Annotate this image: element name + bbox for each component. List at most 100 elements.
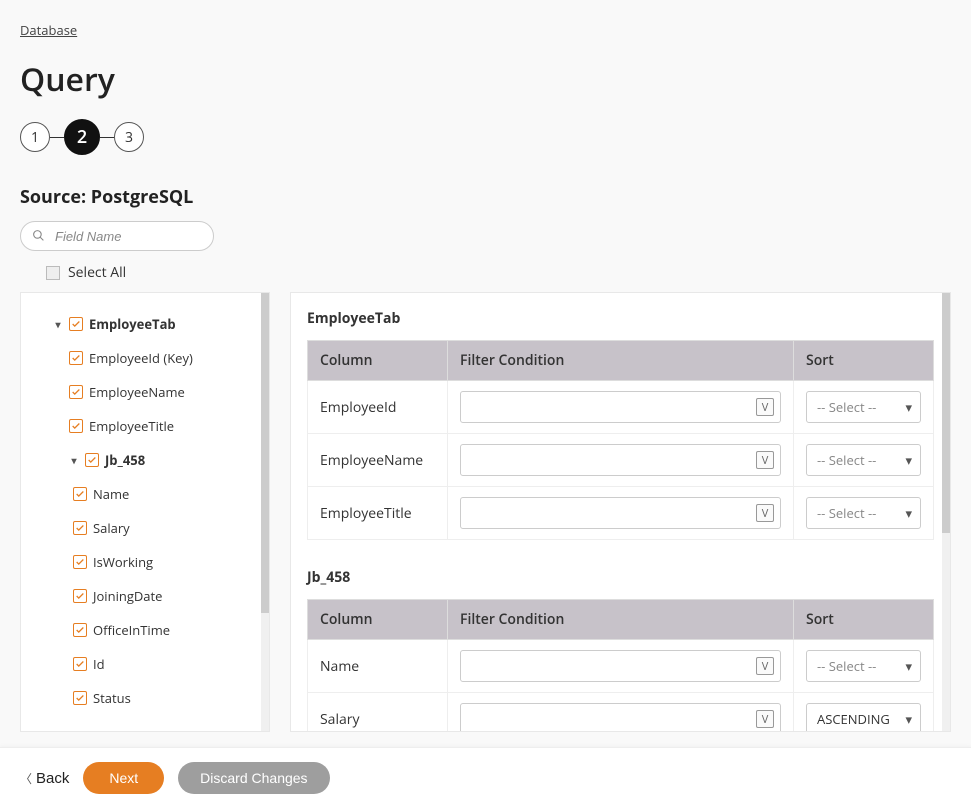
select-value: -- Select -- xyxy=(817,398,876,416)
step-connector xyxy=(100,137,114,138)
back-button[interactable]: 〈 Back xyxy=(20,770,69,787)
checkbox-checked[interactable] xyxy=(69,317,83,331)
cell-column: EmployeeName xyxy=(308,434,448,487)
tree-leaf[interactable]: IsWorking xyxy=(29,545,261,579)
checkbox-checked[interactable] xyxy=(69,385,83,399)
cell-column: Name xyxy=(308,640,448,693)
page-title: Query xyxy=(20,58,951,101)
tree-leaf[interactable]: EmployeeName xyxy=(29,375,261,409)
step-connector xyxy=(50,137,64,138)
filter-input[interactable]: V xyxy=(460,650,781,682)
stepper: 1 2 3 xyxy=(20,119,951,155)
select-all-label: Select All xyxy=(68,263,126,282)
filter-input[interactable]: V xyxy=(460,444,781,476)
tree-label: IsWorking xyxy=(93,553,153,571)
tree-leaf[interactable]: Id xyxy=(29,647,261,681)
variable-icon[interactable]: V xyxy=(756,504,774,522)
select-value: -- Select -- xyxy=(817,451,876,469)
chevron-down-icon: ▾ xyxy=(905,398,912,416)
next-button[interactable]: Next xyxy=(83,762,164,794)
chevron-down-icon: ▾ xyxy=(69,453,79,467)
tree-label: OfficeInTime xyxy=(93,621,170,639)
filter-input[interactable]: V xyxy=(460,391,781,423)
cell-column: EmployeeId xyxy=(308,381,448,434)
select-value: -- Select -- xyxy=(817,657,876,675)
tree-node-employeetab[interactable]: ▾ EmployeeTab xyxy=(29,307,261,341)
tree-leaf[interactable]: EmployeeId (Key) xyxy=(29,341,261,375)
filter-input[interactable]: V xyxy=(460,497,781,529)
checkbox-checked[interactable] xyxy=(73,521,87,535)
col-header-column: Column xyxy=(308,341,448,381)
select-value: -- Select -- xyxy=(817,504,876,522)
cell-column: EmployeeTitle xyxy=(308,487,448,540)
back-label: Back xyxy=(36,770,69,787)
col-header-sort: Sort xyxy=(794,341,934,381)
breadcrumb-database[interactable]: Database xyxy=(20,21,77,39)
checkbox-checked[interactable] xyxy=(73,691,87,705)
group-title-employeetab: EmployeeTab xyxy=(307,309,934,328)
chevron-down-icon: ▾ xyxy=(905,657,912,675)
col-header-column: Column xyxy=(308,600,448,640)
tree-label: EmployeeTab xyxy=(89,315,176,333)
tree-leaf[interactable]: JoiningDate xyxy=(29,579,261,613)
discard-button[interactable]: Discard Changes xyxy=(178,762,329,794)
tree-node-jb458[interactable]: ▾ Jb_458 xyxy=(29,443,261,477)
tree-leaf[interactable]: Status xyxy=(29,681,261,715)
variable-icon[interactable]: V xyxy=(756,451,774,469)
checkbox-checked[interactable] xyxy=(73,589,87,603)
table-row: Salary V ASCENDING▾ xyxy=(308,693,934,732)
chevron-down-icon: ▾ xyxy=(905,710,912,728)
search-input[interactable] xyxy=(20,221,214,251)
checkbox-checked[interactable] xyxy=(73,487,87,501)
sort-select[interactable]: ASCENDING▾ xyxy=(806,703,921,731)
col-header-filter: Filter Condition xyxy=(448,600,794,640)
table-row: EmployeeName V -- Select --▾ xyxy=(308,434,934,487)
checkbox-checked[interactable] xyxy=(73,657,87,671)
table-row: EmployeeTitle V -- Select -- ▾ xyxy=(308,487,934,540)
column-config-panel: EmployeeTab Column Filter Condition Sort… xyxy=(290,292,951,732)
tree-leaf[interactable]: OfficeInTime xyxy=(29,613,261,647)
table-row: EmployeeId V -- Select -- ▾ xyxy=(308,381,934,434)
tree-label: Id xyxy=(93,655,105,673)
select-all-checkbox[interactable] xyxy=(46,266,60,280)
checkbox-checked[interactable] xyxy=(73,623,87,637)
grid-jb458: Column Filter Condition Sort Name V -- S… xyxy=(307,599,934,731)
field-tree-panel: ▾ EmployeeTab EmployeeId (Key) EmployeeN… xyxy=(20,292,270,732)
table-row: Name V -- Select -- ▾ xyxy=(308,640,934,693)
sort-select[interactable]: -- Select -- ▾ xyxy=(806,391,921,423)
tree-label: EmployeeId (Key) xyxy=(89,349,193,367)
tree-leaf[interactable]: EmployeeTitle xyxy=(29,409,261,443)
tree-label: Name xyxy=(93,485,129,503)
step-2[interactable]: 2 xyxy=(64,119,100,155)
sort-select[interactable]: -- Select --▾ xyxy=(806,444,921,476)
chevron-left-icon: 〈 xyxy=(20,770,32,787)
checkbox-checked[interactable] xyxy=(73,555,87,569)
tree-label: EmployeeName xyxy=(89,383,185,401)
tree-label: Jb_458 xyxy=(105,451,145,469)
tree-leaf[interactable]: Name xyxy=(29,477,261,511)
filter-input[interactable]: V xyxy=(460,703,781,731)
col-header-filter: Filter Condition xyxy=(448,341,794,381)
scrollbar-thumb[interactable] xyxy=(261,293,269,613)
tree-label: Salary xyxy=(93,519,130,537)
scrollbar-thumb[interactable] xyxy=(942,293,950,533)
sort-select[interactable]: -- Select -- ▾ xyxy=(806,650,921,682)
col-header-sort: Sort xyxy=(794,600,934,640)
variable-icon[interactable]: V xyxy=(756,710,774,728)
tree-label: Status xyxy=(93,689,131,707)
checkbox-checked[interactable] xyxy=(69,419,83,433)
variable-icon[interactable]: V xyxy=(756,657,774,675)
tree-label: EmployeeTitle xyxy=(89,417,174,435)
tree-leaf[interactable]: Salary xyxy=(29,511,261,545)
tree-label: JoiningDate xyxy=(93,587,162,605)
checkbox-checked[interactable] xyxy=(69,351,83,365)
sort-select[interactable]: -- Select -- ▾ xyxy=(806,497,921,529)
search-icon xyxy=(32,225,45,247)
chevron-down-icon: ▾ xyxy=(905,504,912,522)
step-3[interactable]: 3 xyxy=(114,122,144,152)
variable-icon[interactable]: V xyxy=(756,398,774,416)
grid-employeetab: Column Filter Condition Sort EmployeeId … xyxy=(307,340,934,540)
checkbox-checked[interactable] xyxy=(85,453,99,467)
step-1[interactable]: 1 xyxy=(20,122,50,152)
cell-column: Salary xyxy=(308,693,448,732)
